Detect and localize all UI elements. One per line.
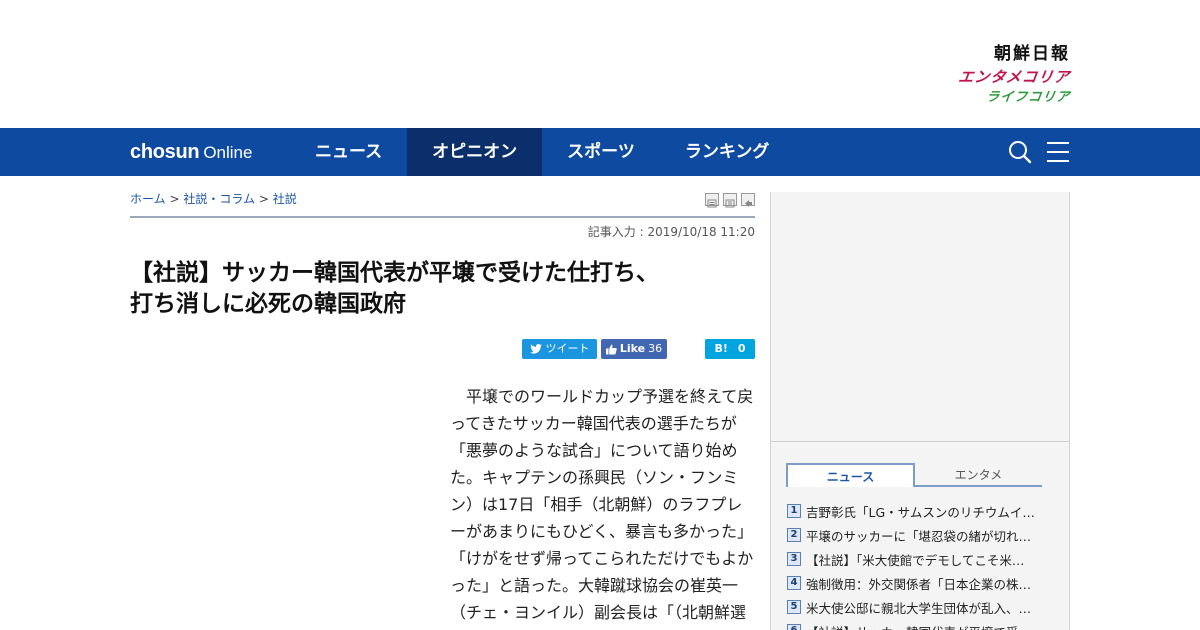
nav-menu: ニュース オピニオン スポーツ ランキング [290, 128, 794, 176]
print-icon[interactable] [705, 193, 719, 208]
breadcrumb-home[interactable]: ホーム [130, 192, 166, 206]
facebook-like-button[interactable]: Like 36 [601, 339, 667, 359]
rank-title: 【社説】サッカー韓国代表が平壌で受… [806, 622, 1031, 630]
nav-item-news[interactable]: ニュース [290, 128, 407, 176]
thumbs-up-icon [605, 344, 617, 354]
main-navbar: chosun Online ニュース オピニオン スポーツ ランキング [0, 128, 1200, 176]
tweet-button[interactable]: ツイート [522, 339, 597, 359]
twitter-bird-icon [529, 344, 542, 354]
entame-korea-link[interactable]: エンタメコリア [918, 66, 1071, 88]
rank-title: 強制徴用：外交関係者「日本企業の株… [806, 576, 1032, 592]
rank-title: 【社説】「米大使館でデモしてこそ米… [806, 552, 1025, 568]
posted-timestamp: 記事入力 : 2019/10/18 11:20 [587, 225, 755, 239]
nav-item-ranking[interactable]: ランキング [660, 128, 795, 176]
hatena-bookmark-button[interactable]: B! 0 [705, 339, 755, 359]
share-bar: ツイート Like 36 B! 0 [130, 339, 755, 359]
rank-number: 5 [787, 600, 801, 614]
search-icon[interactable] [1008, 140, 1032, 164]
hatena-label: B! [714, 342, 728, 355]
ranking-item[interactable]: 5 米大使公邸に親北大学生団体が乱入、… [787, 595, 1057, 619]
hatena-count: 0 [737, 342, 746, 355]
article-headline: 【社説】サッカー韓国代表が平壌で受けた仕打ち、 打ち消しに必死の韓国政府 [130, 258, 755, 320]
tweet-label: ツイート [545, 342, 590, 355]
chosun-nippo-link[interactable]: 朝鮮日報 [920, 42, 1070, 66]
breadcrumb: ホーム > 社説・コラム > 社説 [130, 190, 297, 207]
nav-item-opinion[interactable]: オピニオン [407, 128, 543, 176]
rank-title: 平壌のサッカーに「堪忍袋の緒が切れ… [806, 528, 1032, 544]
breadcrumb-subsection[interactable]: 社説 [273, 192, 297, 206]
rank-number: 3 [787, 552, 801, 566]
ranking-list: 1 吉野彰氏「LG・サムスンのリチウムイ… 2 平壌のサッカーに「堪忍袋の緒が切… [787, 499, 1057, 630]
rank-number: 2 [787, 528, 801, 542]
ranking-item[interactable]: 6 【社説】サッカー韓国代表が平壌で受… [787, 619, 1057, 630]
site-logo[interactable]: chosun Online [130, 140, 252, 164]
life-korea-link[interactable]: ライフコリア [919, 88, 1072, 108]
ranking-item[interactable]: 4 強制徴用：外交関係者「日本企業の株… [787, 571, 1057, 595]
ranking-item[interactable]: 3 【社説】「米大使館でデモしてこそ米… [787, 547, 1057, 571]
ranking-item[interactable]: 1 吉野彰氏「LG・サムスンのリチウムイ… [787, 499, 1057, 523]
headline-line-1: 【社説】サッカー韓国代表が平壌で受けた仕打ち、 [130, 260, 659, 286]
ad-placeholder [771, 192, 1069, 442]
brand-stack: 朝鮮日報 エンタメコリア ライフコリア [918, 42, 1072, 108]
rank-number: 4 [787, 576, 801, 590]
article-body: 平壌でのワールドカップ予選を終えて戻ってきたサッカー韓国代表の選手たちが「悪夢の… [450, 387, 754, 622]
ranking-item[interactable]: 2 平壌のサッカーに「堪忍袋の緒が切れ… [787, 523, 1057, 547]
brand-header: 朝鮮日報 エンタメコリア ライフコリア [0, 0, 1200, 128]
tab-entame[interactable]: エンタメ [915, 463, 1042, 487]
article-tools [705, 193, 755, 208]
headline-line-2: 打ち消しに必死の韓国政府 [130, 291, 406, 317]
nav-item-sports[interactable]: スポーツ [542, 128, 660, 176]
back-arrow-icon[interactable] [741, 193, 755, 207]
ranking-tabs: ニュース エンタメ [786, 463, 1042, 487]
logo-wordmark: chosun [130, 141, 200, 163]
rank-number: 1 [787, 504, 801, 518]
like-count: 36 [648, 342, 663, 355]
text-size-icon[interactable] [723, 193, 737, 208]
menu-icon[interactable] [1046, 140, 1070, 164]
header-divider [130, 216, 755, 218]
tab-news[interactable]: ニュース [786, 463, 915, 487]
breadcrumb-separator: > [258, 192, 269, 206]
breadcrumb-section[interactable]: 社説・コラム [183, 192, 255, 206]
sidebar: ニュース エンタメ 1 吉野彰氏「LG・サムスンのリチウムイ… 2 平壌のサッカ… [770, 192, 1070, 630]
logo-online: Online [203, 143, 253, 162]
rank-number: 6 [787, 624, 801, 630]
rank-title: 米大使公邸に親北大学生団体が乱入、… [806, 600, 1032, 616]
nav-icons [1008, 140, 1070, 164]
breadcrumb-separator: > [169, 192, 180, 206]
like-label: Like [619, 342, 646, 355]
rank-title: 吉野彰氏「LG・サムスンのリチウムイ… [806, 504, 1035, 520]
